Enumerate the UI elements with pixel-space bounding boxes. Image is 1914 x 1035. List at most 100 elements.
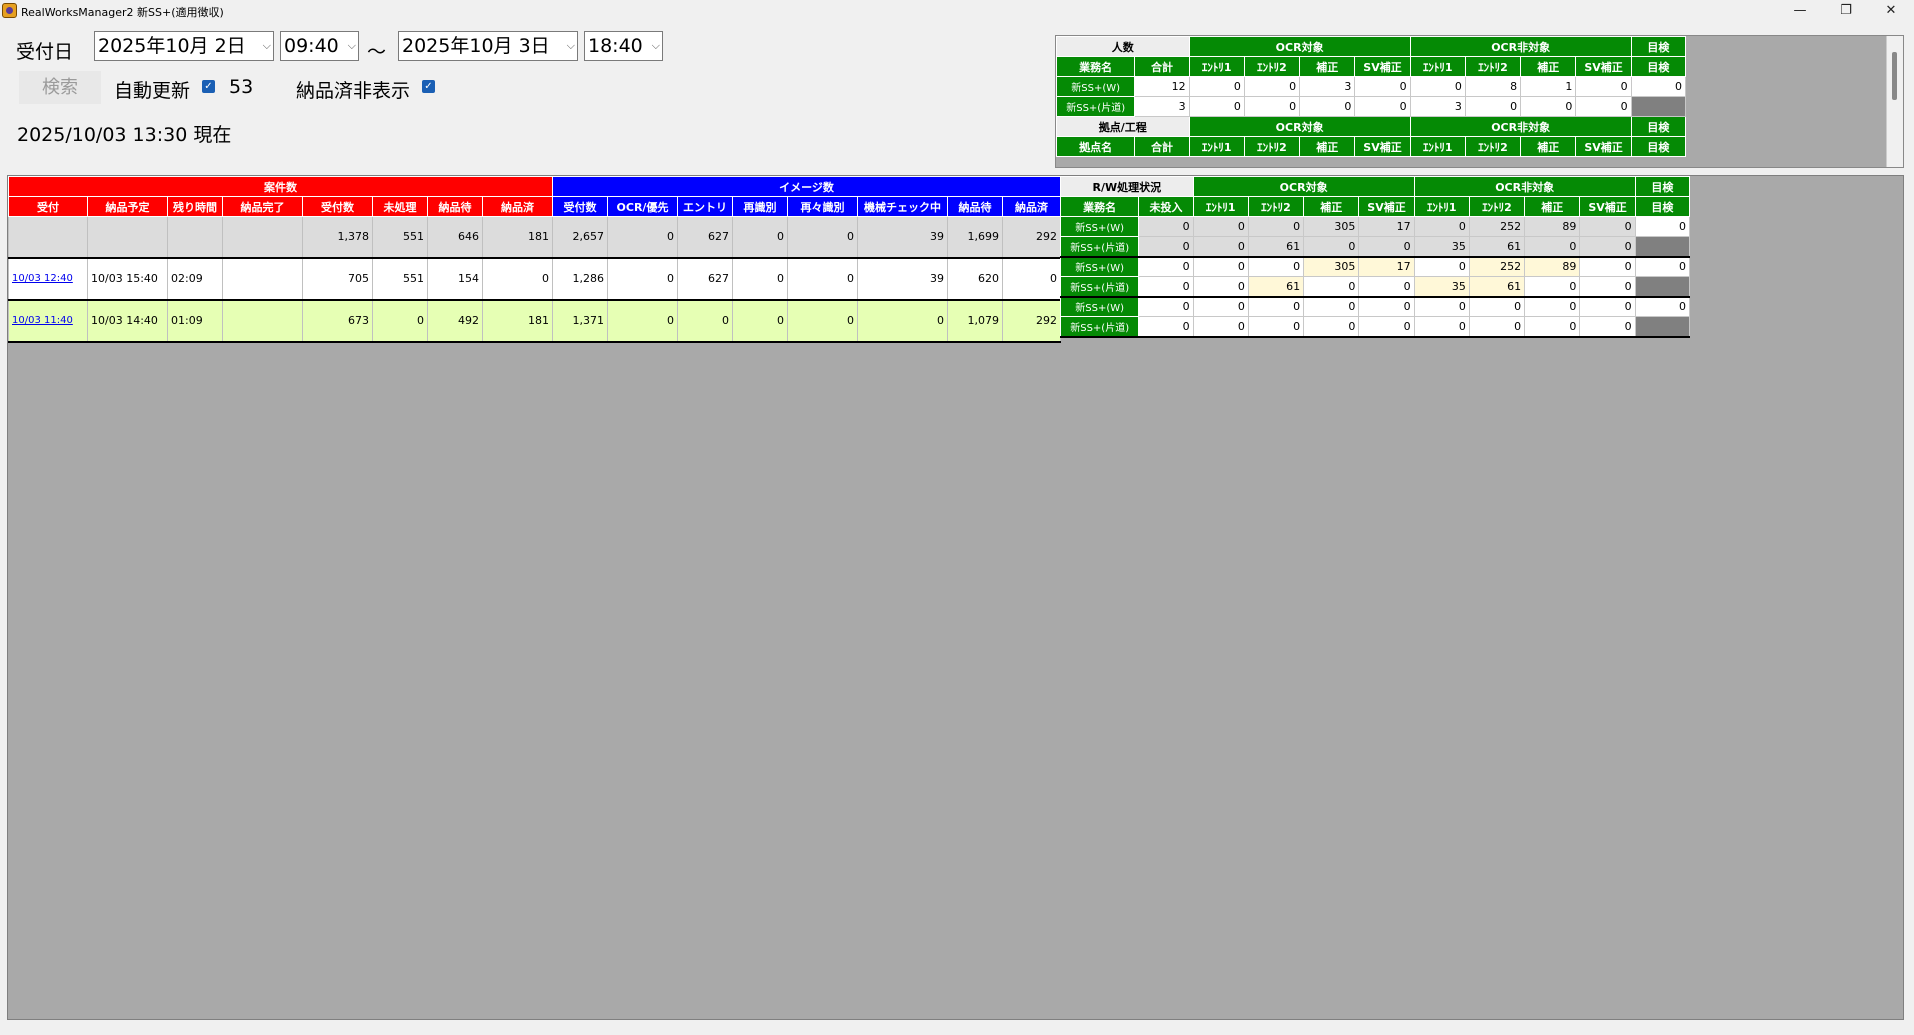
rw-cell: 89 bbox=[1524, 256, 1581, 277]
site-title: 拠点/工程 bbox=[1056, 116, 1190, 137]
table-cell: 1,371 bbox=[552, 298, 608, 343]
rw-cell: 0 bbox=[1192, 256, 1249, 277]
rw-cell: 89 bbox=[1524, 216, 1581, 237]
rw-cell: 0 bbox=[1413, 256, 1470, 277]
staff-col-header: ｴﾝﾄﾘ2 bbox=[1243, 56, 1301, 77]
rw-cell: 35 bbox=[1413, 236, 1470, 258]
case-image-table: 案件数 イメージ数 受付 納品予定 残り時間 納品完了 受付数 未処理 納品待 納品済 受付数 O… bbox=[8, 176, 1062, 343]
rw-cell: 0 bbox=[1138, 276, 1194, 298]
main-col-header: 未処理 bbox=[372, 196, 428, 217]
staff-cell: 0 bbox=[1188, 76, 1245, 97]
table-cell: 1,699 bbox=[947, 216, 1003, 258]
main-col-header: 受付数 bbox=[302, 196, 373, 217]
title-bar: RealWorksManager2 新SS+(適用徴収) — ❐ ✕ bbox=[0, 0, 1914, 22]
staff-inspect-group: 目検 bbox=[1630, 36, 1687, 57]
rw-col-header: SV補正 bbox=[1358, 196, 1415, 217]
maximize-button[interactable]: ❐ bbox=[1823, 0, 1869, 22]
app-icon bbox=[2, 3, 17, 18]
scrollbar-thumb[interactable] bbox=[1892, 52, 1897, 100]
staff-ocr-group: OCR対象 bbox=[1188, 36, 1411, 57]
rw-row-name: 新SS+(W) bbox=[1059, 216, 1140, 237]
site-col-header: 目検 bbox=[1630, 136, 1687, 157]
site-col-header: 拠点名 bbox=[1056, 136, 1136, 157]
rw-cell: 0 bbox=[1247, 296, 1305, 317]
site-col-header: ｴﾝﾄﾘ1 bbox=[1188, 136, 1245, 157]
rw-col-header: ｴﾝﾄﾘ2 bbox=[1247, 196, 1305, 217]
rw-cell: 0 bbox=[1303, 276, 1360, 298]
table-cell bbox=[222, 216, 303, 258]
rw-cell: 61 bbox=[1247, 276, 1305, 298]
from-date-picker[interactable]: 2025年10月 2日 ⌵ bbox=[94, 31, 274, 61]
main-grid-area: 案件数 イメージ数 受付 納品予定 残り時間 納品完了 受付数 未処理 納品待 納品済 受付数 O… bbox=[7, 175, 1904, 1020]
from-time-value: 09:40 bbox=[284, 35, 339, 57]
reception-link[interactable]: 10/03 12:40 bbox=[8, 256, 88, 300]
table-cell: 0 bbox=[787, 298, 858, 343]
rw-cell: 0 bbox=[1524, 296, 1581, 317]
table-cell bbox=[222, 298, 303, 343]
hide-delivered-checkbox[interactable]: ✓ bbox=[422, 80, 435, 93]
rw-cell: 0 bbox=[1192, 276, 1249, 298]
table-cell: 646 bbox=[427, 216, 483, 258]
staff-col-header: 合計 bbox=[1134, 56, 1190, 77]
case-count-group: 案件数 bbox=[8, 176, 553, 197]
rw-cell: 0 bbox=[1634, 256, 1691, 277]
image-count-group: イメージ数 bbox=[551, 176, 1062, 197]
staff-title: 人数 bbox=[1056, 36, 1190, 57]
staff-col-header: ｴﾝﾄﾘ2 bbox=[1464, 56, 1522, 77]
site-col-header: ｴﾝﾄﾘ2 bbox=[1464, 136, 1522, 157]
table-cell: 39 bbox=[857, 216, 948, 258]
rw-cell: 252 bbox=[1468, 216, 1526, 237]
to-time-select[interactable]: 18:40 ⌵ bbox=[584, 31, 663, 61]
rw-cell: 0 bbox=[1192, 236, 1249, 258]
rw-cell: 0 bbox=[1524, 236, 1581, 258]
auto-update-checkbox[interactable]: ✓ bbox=[202, 80, 215, 93]
table-cell: 0 bbox=[607, 298, 678, 343]
staff-row: 新SS+(片道) 3 0 0 0 0 3 0 0 0 bbox=[1056, 96, 1687, 117]
main-col-header: エントリ bbox=[677, 196, 733, 217]
table-row: 10/03 11:40 10/03 14:40 01:09 673 0 492 181 1,3… bbox=[8, 298, 1062, 343]
rw-cell: 0 bbox=[1138, 316, 1194, 338]
rw-cell: 0 bbox=[1413, 296, 1470, 317]
table-cell bbox=[87, 216, 168, 258]
table-cell: 0 bbox=[732, 216, 788, 258]
staff-cell: 0 bbox=[1464, 96, 1522, 117]
rw-row: 新SS+(W) 0 0 0 305 17 0 252 89 0 0 bbox=[1059, 256, 1691, 277]
table-cell: 01:09 bbox=[167, 298, 223, 343]
staff-col-header: SV補正 bbox=[1575, 56, 1632, 77]
rw-cell: 0 bbox=[1138, 236, 1194, 258]
rw-cell: 0 bbox=[1579, 276, 1636, 298]
rw-col-header: 補正 bbox=[1524, 196, 1581, 217]
site-col-header: 補正 bbox=[1520, 136, 1577, 157]
staff-panel-scrollbar[interactable] bbox=[1886, 36, 1903, 167]
table-cell: 10/03 15:40 bbox=[87, 256, 168, 300]
table-cell bbox=[222, 256, 303, 300]
as-of-timestamp: 2025/10/03 13:30 現在 bbox=[17, 124, 232, 146]
table-cell: 627 bbox=[677, 216, 733, 258]
main-col-header: 再々識別 bbox=[787, 196, 858, 217]
site-col-header: ｴﾝﾄﾘ1 bbox=[1409, 136, 1466, 157]
main-col-header: 納品済 bbox=[482, 196, 553, 217]
main-col-header: 納品待 bbox=[427, 196, 483, 217]
table-cell: 0 bbox=[607, 256, 678, 300]
reception-link[interactable]: 10/03 11:40 bbox=[8, 298, 88, 343]
table-cell: 1,378 bbox=[302, 216, 373, 258]
rw-cell: 0 bbox=[1138, 216, 1194, 237]
rw-cell: 0 bbox=[1579, 296, 1636, 317]
table-cell: 181 bbox=[482, 216, 553, 258]
minimize-button[interactable]: — bbox=[1777, 0, 1823, 22]
search-button[interactable]: 検索 bbox=[19, 71, 101, 104]
rw-cell: 0 bbox=[1138, 296, 1194, 317]
window-title: RealWorksManager2 新SS+(適用徴収) bbox=[21, 6, 224, 19]
table-cell: 492 bbox=[427, 298, 483, 343]
staff-col-header: 業務名 bbox=[1056, 56, 1136, 77]
from-time-select[interactable]: 09:40 ⌵ bbox=[280, 31, 359, 61]
staff-cell: 0 bbox=[1243, 76, 1301, 97]
rw-cell: 0 bbox=[1138, 256, 1194, 277]
table-cell: 1,286 bbox=[552, 256, 608, 300]
to-date-value: 2025年10月 3日 bbox=[402, 35, 550, 57]
rw-cell: 0 bbox=[1413, 316, 1470, 338]
main-col-header: 納品完了 bbox=[222, 196, 303, 217]
to-date-picker[interactable]: 2025年10月 3日 ⌵ bbox=[398, 31, 578, 61]
close-button[interactable]: ✕ bbox=[1868, 0, 1914, 22]
to-time-value: 18:40 bbox=[588, 35, 643, 57]
